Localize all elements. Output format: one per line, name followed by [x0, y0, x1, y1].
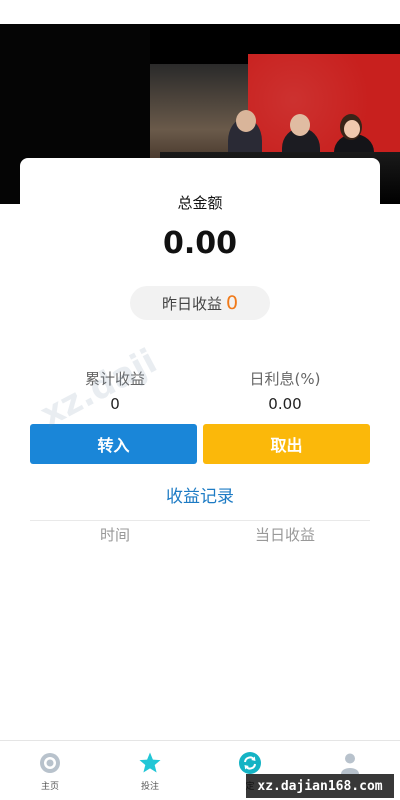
refresh-icon: [239, 752, 261, 774]
tab-home[interactable]: 主页: [0, 741, 100, 800]
yesterday-income-label: 昨日收益: [161, 294, 222, 313]
total-amount-value: 0.00: [162, 226, 238, 261]
top-strip: [0, 0, 400, 24]
column-header-time: 时间: [99, 526, 130, 544]
daily-rate: 日利息(%) 0.00: [200, 368, 370, 415]
total-amount-label: 总金额: [177, 194, 223, 212]
tab-bet[interactable]: 投注: [100, 741, 200, 800]
column-header-daily-income: 当日收益: [254, 526, 315, 544]
daily-rate-label: 日利息(%): [249, 370, 321, 388]
watermark-badge: xz.dajian168.com: [246, 774, 394, 798]
user-icon: [341, 753, 359, 774]
tab-home-label: 主页: [40, 782, 59, 792]
withdraw-button[interactable]: 取出: [203, 424, 370, 464]
income-records-link[interactable]: 收益记录: [0, 482, 400, 507]
tab-bet-label: 投注: [140, 782, 159, 792]
yesterday-income-value: 0: [225, 292, 239, 314]
daily-rate-value: 0.00: [268, 395, 302, 413]
divider: [30, 520, 370, 521]
home-icon: [40, 753, 60, 773]
yesterday-income-pill: 昨日收益 0: [130, 286, 270, 320]
star-icon: [139, 752, 161, 773]
